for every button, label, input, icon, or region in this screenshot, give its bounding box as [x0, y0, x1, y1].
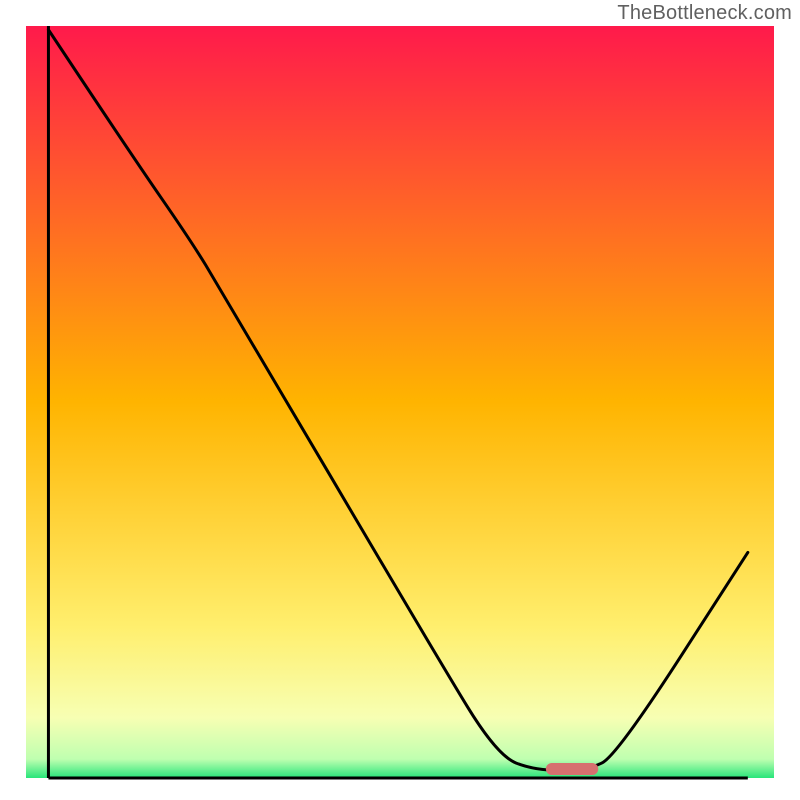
bottleneck-chart: TheBottleneck.com — [0, 0, 800, 800]
watermark-text: TheBottleneck.com — [617, 2, 792, 25]
chart-background — [26, 26, 774, 778]
chart-svg — [0, 0, 800, 800]
optimal-marker — [546, 763, 598, 775]
